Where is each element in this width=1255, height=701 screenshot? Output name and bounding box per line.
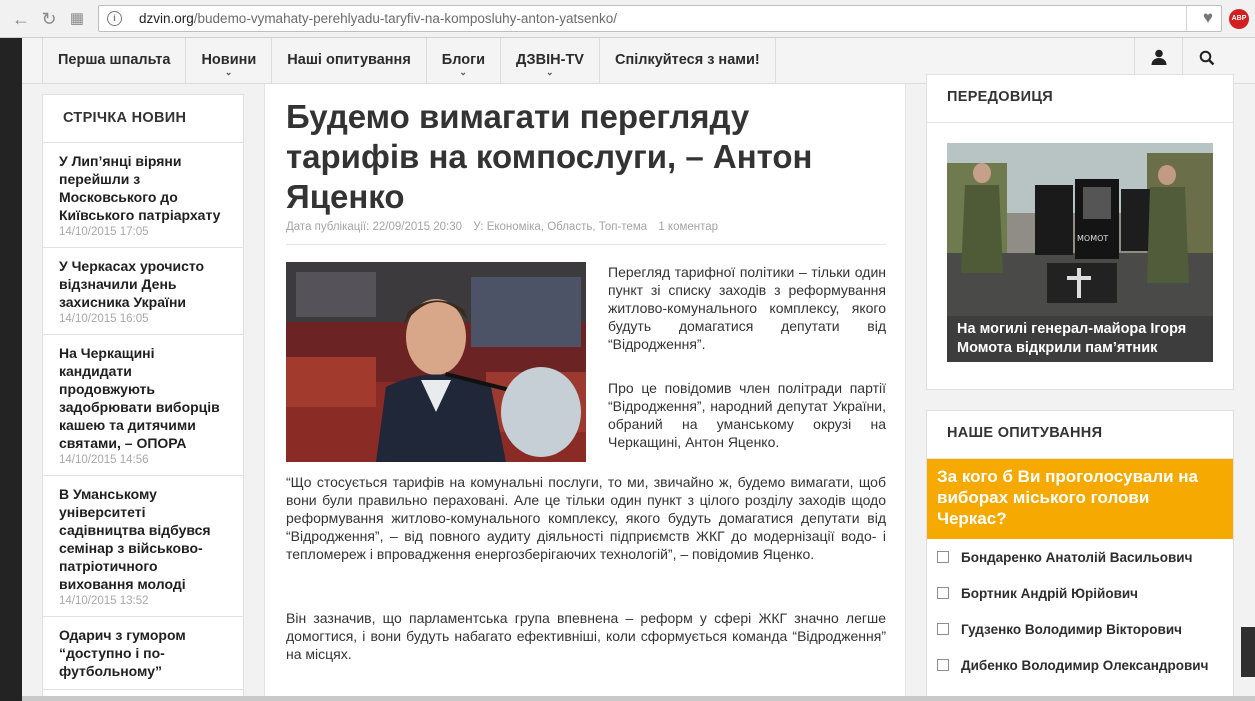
nav-item[interactable]: Блоги ⌄ bbox=[427, 38, 502, 83]
chevron-down-icon: ⌄ bbox=[224, 67, 233, 77]
address-bar[interactable]: i dzvin.org/budemo-vymahaty-perehlyadu-t… bbox=[98, 5, 1222, 32]
poll-heading: НАШЕ ОПИТУВАННЯ bbox=[927, 411, 1233, 459]
nav-item[interactable]: Новини ⌄ bbox=[186, 38, 273, 83]
news-item[interactable]: У Черкасах урочисто відзначили День захи… bbox=[43, 248, 243, 335]
news-item[interactable]: В Уманському університеті садівництва ві… bbox=[43, 476, 243, 617]
scroll-to-top-button[interactable] bbox=[1241, 627, 1255, 677]
nav-item[interactable]: Наші опитування bbox=[272, 38, 427, 83]
back-arrow-icon[interactable]: ← bbox=[10, 8, 32, 30]
poll-option-label: Бондаренко Анатолій Васильович bbox=[961, 550, 1193, 565]
article-title: Будемо вимагати перегляду тарифів на ком… bbox=[286, 98, 813, 215]
nav-item-label: Спілкуйтеся з нами! bbox=[614, 52, 760, 68]
poll-checkbox[interactable] bbox=[937, 623, 949, 635]
browser-toolbar: ← ↻ ▦ i dzvin.org/budemo-vymahaty-perehl… bbox=[0, 0, 1255, 38]
url-text[interactable]: dzvin.org/budemo-vymahaty-perehlyadu-tar… bbox=[139, 11, 617, 26]
publish-date: Дата публікації: 22/09/2015 20:30 bbox=[286, 221, 463, 233]
editorial-caption[interactable]: На могилі генерал-майора Ігоря Момота ві… bbox=[947, 316, 1213, 362]
editorial-photo[interactable]: МОМОТ bbox=[947, 143, 1213, 316]
apps-grid-icon[interactable]: ▦ bbox=[66, 8, 88, 30]
poll-checkbox[interactable] bbox=[937, 587, 949, 599]
reload-icon[interactable]: ↻ bbox=[38, 8, 60, 30]
parliament-photo bbox=[286, 262, 586, 462]
news-item-date: 14/10/2015 13:52 bbox=[59, 595, 149, 607]
nav-item-label: Наші опитування bbox=[287, 52, 411, 68]
page-left-margin bbox=[0, 38, 22, 701]
nav-item[interactable]: Перша шпальта bbox=[43, 38, 187, 83]
news-item-title[interactable]: У Черкасах урочисто відзначили День захи… bbox=[59, 257, 231, 311]
article-paragraph: Він зазначив, що парламентська група впе… bbox=[286, 610, 886, 662]
poll-option-label: Гудзенко Володимир Вікторович bbox=[961, 622, 1182, 637]
news-item-title[interactable]: В Уманському університеті садівництва ві… bbox=[59, 485, 231, 593]
omnibox-divider bbox=[1186, 6, 1187, 31]
main-menu: Перша шпальта Новини ⌄ Наші опитування Блоги… bbox=[42, 38, 776, 83]
chevron-down-icon: ⌄ bbox=[546, 67, 554, 77]
news-feed-heading: СТРІЧКА НОВИН bbox=[43, 95, 243, 143]
article-paragraph: “Що стосується тарифів на комунальні пос… bbox=[286, 474, 886, 562]
news-item-date: 14/10/2015 14:56 bbox=[59, 454, 149, 466]
nav-item[interactable]: ДЗВІН-TV ⌄ bbox=[501, 38, 600, 83]
magnifier-icon bbox=[1199, 50, 1214, 66]
nav-item-label: Блоги bbox=[441, 52, 486, 68]
news-item-title[interactable]: На Черкащині кандидати продовжують задоб… bbox=[59, 344, 231, 452]
memorial-photo: МОМОТ bbox=[947, 143, 1213, 316]
nav-item-label: Новини bbox=[201, 52, 257, 68]
nav-item-label: Перша шпальта bbox=[58, 52, 171, 68]
news-item-date: 14/10/2015 17:05 bbox=[59, 226, 149, 238]
page-info-icon[interactable]: i bbox=[107, 11, 122, 26]
user-silhouette-icon bbox=[1151, 49, 1166, 65]
article-categories[interactable]: У: Економіка, Область, Топ-тема bbox=[473, 221, 647, 233]
poll-option[interactable]: Гудзенко Володимир Вікторович bbox=[937, 622, 1182, 642]
news-feed-list: У Лип’янці віряни перейшли з Московськог… bbox=[43, 143, 243, 690]
poll-checkbox[interactable] bbox=[937, 551, 949, 563]
news-item-title[interactable]: У Лип’янці віряни перейшли з Московськог… bbox=[59, 152, 231, 224]
article: Будемо вимагати перегляду тарифів на ком… bbox=[264, 84, 906, 701]
poll-checkbox[interactable] bbox=[937, 659, 949, 671]
poll-option[interactable]: Бондаренко Анатолій Васильович bbox=[937, 550, 1192, 570]
news-item[interactable]: На Черкащині кандидати продовжують задоб… bbox=[43, 335, 243, 476]
news-item[interactable]: Одарич з гумором “доступно і по-футбольн… bbox=[43, 617, 243, 690]
poll-option-label: Дибенко Володимир Олександрович bbox=[961, 658, 1209, 673]
article-paragraph: Перегляд тарифної політики – тільки один… bbox=[608, 264, 886, 352]
news-item-title[interactable]: Одарич з гумором “доступно і по-футбольн… bbox=[59, 626, 231, 680]
poll-widget: НАШЕ ОПИТУВАННЯ За кого б Ви проголосува… bbox=[926, 410, 1234, 701]
editorial-heading: ПЕРЕДОВИЦЯ bbox=[927, 75, 1233, 123]
news-item[interactable]: У Лип’янці віряни перейшли з Московськог… bbox=[43, 143, 243, 248]
article-paragraph: Про це повідомив член політради партії “… bbox=[608, 380, 886, 450]
heart-icon[interactable]: ♥ bbox=[1203, 8, 1213, 28]
news-item-date: 14/10/2015 16:05 bbox=[59, 313, 149, 325]
horizontal-scrollbar[interactable] bbox=[22, 696, 1255, 701]
web-page: Перша шпальта Новини ⌄ Наші опитування Блоги… bbox=[0, 38, 1255, 701]
poll-option[interactable]: Дибенко Володимир Олександрович bbox=[937, 658, 1208, 678]
adblock-icon[interactable]: ABP bbox=[1229, 9, 1249, 29]
article-photo bbox=[286, 262, 586, 462]
nav-item[interactable]: Спілкуйтеся з нами! bbox=[600, 38, 776, 83]
memorial-plaque-text: МОМОТ bbox=[1077, 234, 1108, 243]
article-meta: Дата публікації: 22/09/2015 20:30 У: Еко… bbox=[286, 221, 886, 245]
comments-link[interactable]: 1 коментар bbox=[658, 221, 718, 233]
nav-item-label: ДЗВІН-TV bbox=[516, 52, 584, 68]
poll-option-label: Бортник Андрій Юрійович bbox=[961, 586, 1139, 601]
editorial-widget: ПЕРЕДОВИЦЯ МОМОТ На могилі генерал-майор… bbox=[926, 74, 1234, 390]
poll-question: За кого б Ви проголосували на виборах мі… bbox=[927, 459, 1233, 539]
news-feed: СТРІЧКА НОВИН У Лип’янці віряни перейшли… bbox=[42, 94, 244, 701]
chevron-down-icon: ⌄ bbox=[459, 67, 467, 77]
poll-option[interactable]: Бортник Андрій Юрійович bbox=[937, 586, 1138, 606]
